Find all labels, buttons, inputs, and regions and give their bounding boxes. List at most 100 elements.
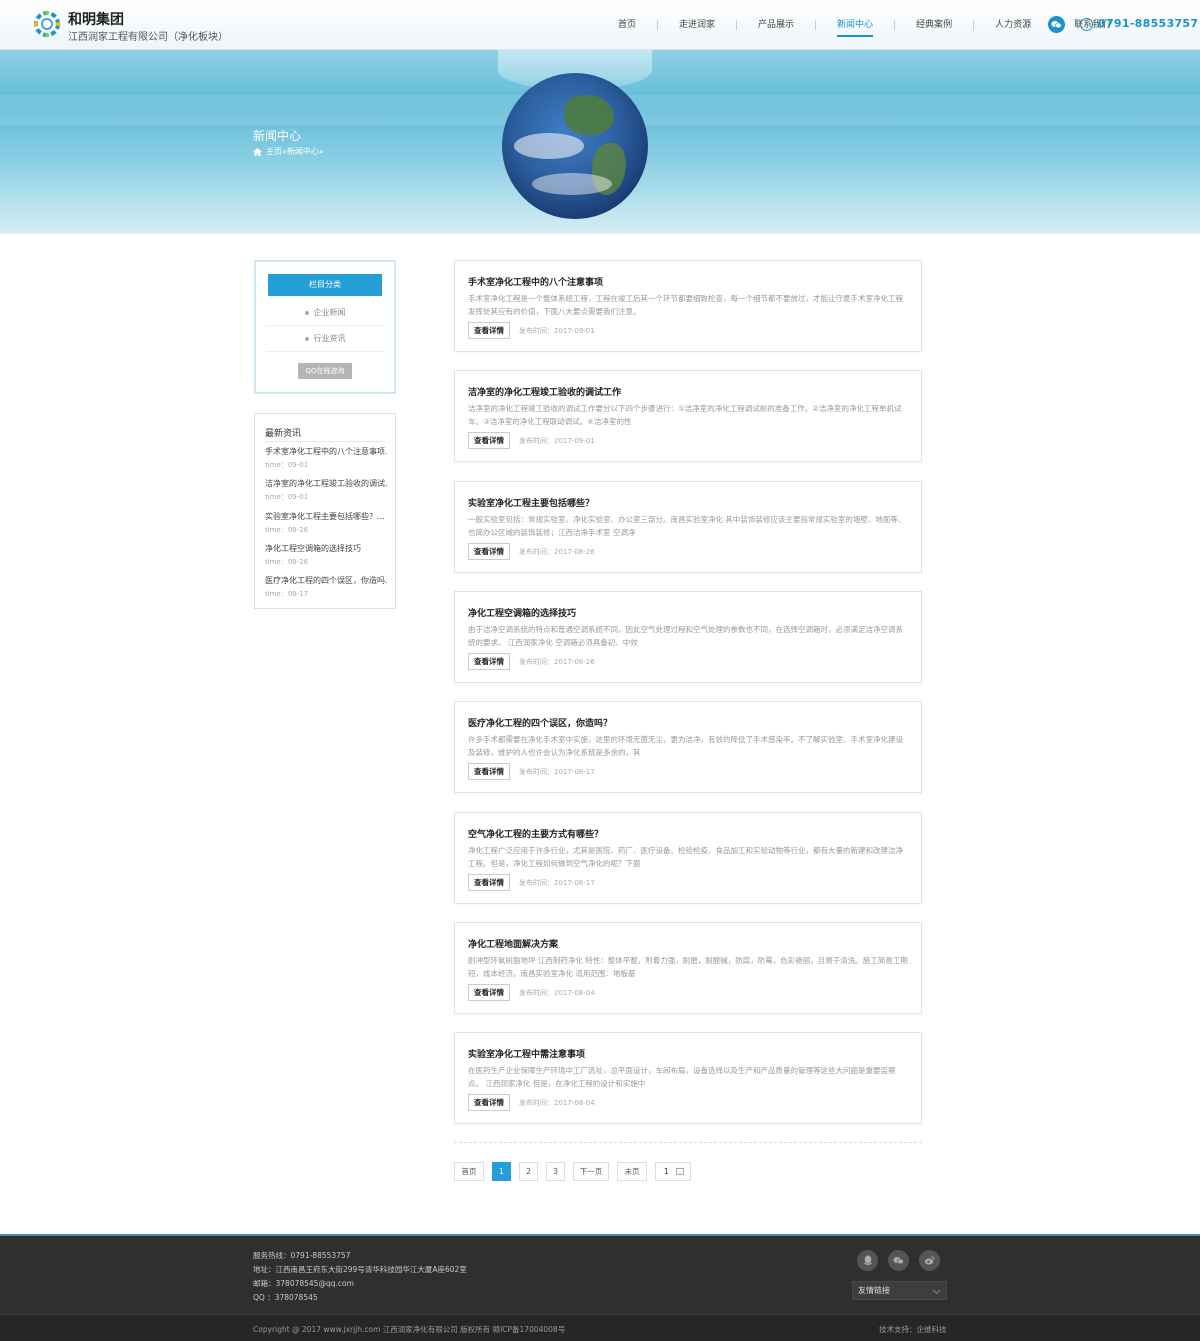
bullet-icon [304,310,309,315]
divider [265,441,385,442]
page-button-1[interactable]: 1 [492,1162,511,1181]
news-excerpt: 由于洁净空调系统的特点和普通空调系统不同，因此空气处理过程和空气处理的参数也不同… [468,625,903,647]
globe-land [564,95,614,135]
category-panel: 栏目分类 企业新闻 行业资讯 QQ在线咨询 [254,260,396,394]
tech-support-link[interactable]: 技术支持：企维科技 [879,1324,947,1335]
view-details-button[interactable]: 查看详情 [468,1094,510,1111]
latest-news-link[interactable]: 手术室净化工程中的八个注意事项... [265,446,387,457]
breadcrumb: 主页 » 新闻中心 » [253,146,324,157]
last-page-button[interactable]: 末页 [617,1162,647,1181]
news-date: 发布时间：2017-08-04 [519,989,595,997]
wechat-icon[interactable] [1048,16,1065,33]
news-title[interactable]: 实验室净化工程中需注意事项 [468,1047,585,1060]
category-item-company-news[interactable]: 企业新闻 [266,300,384,326]
view-details-button[interactable]: 查看详情 [468,432,510,449]
news-excerpt: 手术室净化工程是一个整体系统工程，工程在竣工后其一个环节都要细致检查，每一个细节… [468,294,903,316]
page-banner: 新闻中心 主页 » 新闻中心 » [0,50,1200,234]
news-excerpt: 净化工程广泛应用于许多行业，尤其是医院、药厂、医疗设备、检验检疫、食品加工和实验… [468,846,903,868]
logo-icon[interactable] [32,9,62,39]
news-excerpt: 许多手术都需要在净化手术室中实施，这里的环境无菌无尘，更为洁净，有效的降低了手术… [468,735,903,757]
view-details-button[interactable]: 查看详情 [468,874,510,891]
breadcrumb-current[interactable]: 新闻中心 [287,146,319,157]
category-label: 行业资讯 [313,334,346,343]
first-page-button[interactable]: 首页 [454,1162,484,1181]
nav-item-products[interactable]: 产品展示 [737,0,815,50]
news-date: 发布时间：2017-08-26 [519,548,595,556]
latest-news-link[interactable]: 实验室净化工程主要包括哪些？... [265,511,387,522]
view-details-button[interactable]: 查看详情 [468,322,510,339]
chevron-down-icon [932,1286,941,1295]
page-title: 新闻中心 [253,129,302,143]
view-details-button[interactable]: 查看详情 [468,653,510,670]
page-button-3[interactable]: 3 [546,1162,565,1181]
social-icons [857,1250,950,1271]
news-date: 发布时间：2017-08-17 [519,768,595,776]
news-excerpt: 在医药生产企业保障生产环境中工厂选址，总平面设计，车间布局，设备选择以及生产和产… [468,1066,896,1088]
header-phone: 0791-88553757 [1098,17,1199,30]
news-excerpt: 耐冲型环氧树脂地坪 江西制药净化 特性：整体平整，附着力强，耐磨，耐酸碱，防腐，… [468,956,908,978]
latest-news-date: time：09-01 [265,493,309,501]
news-title[interactable]: 实验室净化工程主要包括哪些？ [468,496,594,509]
wechat-icon[interactable] [888,1250,909,1271]
phone-icon [1080,18,1093,31]
news-date: 发布时间：2017-09-01 [519,327,595,335]
page-select[interactable]: 1 [655,1162,691,1181]
view-details-button[interactable]: 查看详情 [468,543,510,560]
latest-news-link[interactable]: 净化工程空调箱的选择技巧 [265,543,387,554]
latest-news-item[interactable]: 实验室净化工程主要包括哪些？... time：08-26 [265,511,387,535]
news-card: 净化工程空调箱的选择技巧 由于洁净空调系统的特点和普通空调系统不同，因此空气处理… [454,591,922,683]
view-details-button[interactable]: 查看详情 [468,984,510,1001]
globe-cloud [514,133,584,159]
weibo-icon[interactable] [919,1250,940,1271]
bullet-icon [304,336,309,341]
latest-news-item[interactable]: 洁净室的净化工程竣工验收的调试... time：09-01 [265,478,387,502]
news-card: 实验室净化工程主要包括哪些？ 一般实验室包括：常规实验室、净化实验室、办公室三部… [454,481,922,573]
news-date: 发布时间：2017-08-04 [519,1099,595,1107]
qq-icon[interactable] [857,1250,878,1271]
latest-news-link[interactable]: 医疗净化工程的四个误区，你造吗... [265,575,387,586]
news-card: 空气净化工程的主要方式有哪些？ 净化工程广泛应用于许多行业，尤其是医院、药厂、医… [454,812,922,904]
next-page-button[interactable]: 下一页 [573,1162,609,1181]
qq-consult-button[interactable]: QQ在线咨询 [298,363,352,379]
news-title[interactable]: 手术室净化工程中的八个注意事项 [468,275,603,288]
brand-subtitle: 江西润家工程有限公司（净化板块） [68,32,228,43]
breadcrumb-home[interactable]: 主页 [266,146,282,157]
latest-news-title: 最新资讯 [265,429,302,439]
friend-links-label: 友情链接 [858,1286,890,1295]
news-title[interactable]: 净化工程空调箱的选择技巧 [468,606,576,619]
news-title[interactable]: 洁净室的净化工程竣工验收的调试工作 [468,385,621,398]
brand-title: 和明集团 [68,12,124,28]
latest-news-date: time：08-26 [265,558,309,566]
nav-item-cases[interactable]: 经典案例 [895,0,973,50]
site-header: 和明集团 江西润家工程有限公司（净化板块） 首页 走进润家 产品展示 新闻中心 … [0,0,1200,50]
nav-item-news[interactable]: 新闻中心 [816,0,894,50]
latest-news-item[interactable]: 医疗净化工程的四个误区，你造吗... time：08-17 [265,575,387,599]
news-date: 发布时间：2017-08-17 [519,879,595,887]
pagination: 首页 1 2 3 下一页 末页 1 [454,1162,691,1181]
chevron-down-icon [676,1168,684,1175]
latest-news-link[interactable]: 洁净室的净化工程竣工验收的调试... [265,478,387,489]
category-item-industry-news[interactable]: 行业资讯 [266,326,384,352]
breadcrumb-separator: » [318,147,324,156]
nav-item-home[interactable]: 首页 [597,0,657,50]
view-details-button[interactable]: 查看详情 [468,763,510,780]
news-excerpt: 一般实验室包括：常规实验室、净化实验室、办公室三部分。南昌实验室净化 其中装饰装… [468,515,906,537]
footer-qq: QQ ：378078545 [253,1293,318,1302]
footer-email: 邮箱：378078545@qq.com [253,1279,354,1288]
news-title[interactable]: 医疗净化工程的四个误区，你造吗？ [468,716,612,729]
nav-item-about[interactable]: 走进润家 [658,0,736,50]
latest-news-item[interactable]: 净化工程空调箱的选择技巧 time：08-26 [265,543,387,567]
latest-news-date: time：08-17 [265,590,309,598]
news-title[interactable]: 净化工程地面解决方案 [468,937,558,950]
category-title: 栏目分类 [268,274,382,296]
home-icon [253,147,262,156]
latest-news-item[interactable]: 手术室净化工程中的八个注意事项... time：09-01 [265,446,387,470]
news-card: 医疗净化工程的四个误区，你造吗？ 许多手术都需要在净化手术室中实施，这里的环境无… [454,701,922,793]
friend-links-select[interactable]: 友情链接 [852,1281,947,1300]
latest-news-date: time：09-01 [265,461,309,469]
page-select-value: 1 [664,1167,669,1176]
page-button-2[interactable]: 2 [519,1162,538,1181]
nav-item-hr[interactable]: 人力资源 [974,0,1052,50]
news-title[interactable]: 空气净化工程的主要方式有哪些？ [468,827,603,840]
footer-address: 地址：江西南昌王府东大街299号清华科技园华江大厦A座602室 [253,1265,467,1274]
